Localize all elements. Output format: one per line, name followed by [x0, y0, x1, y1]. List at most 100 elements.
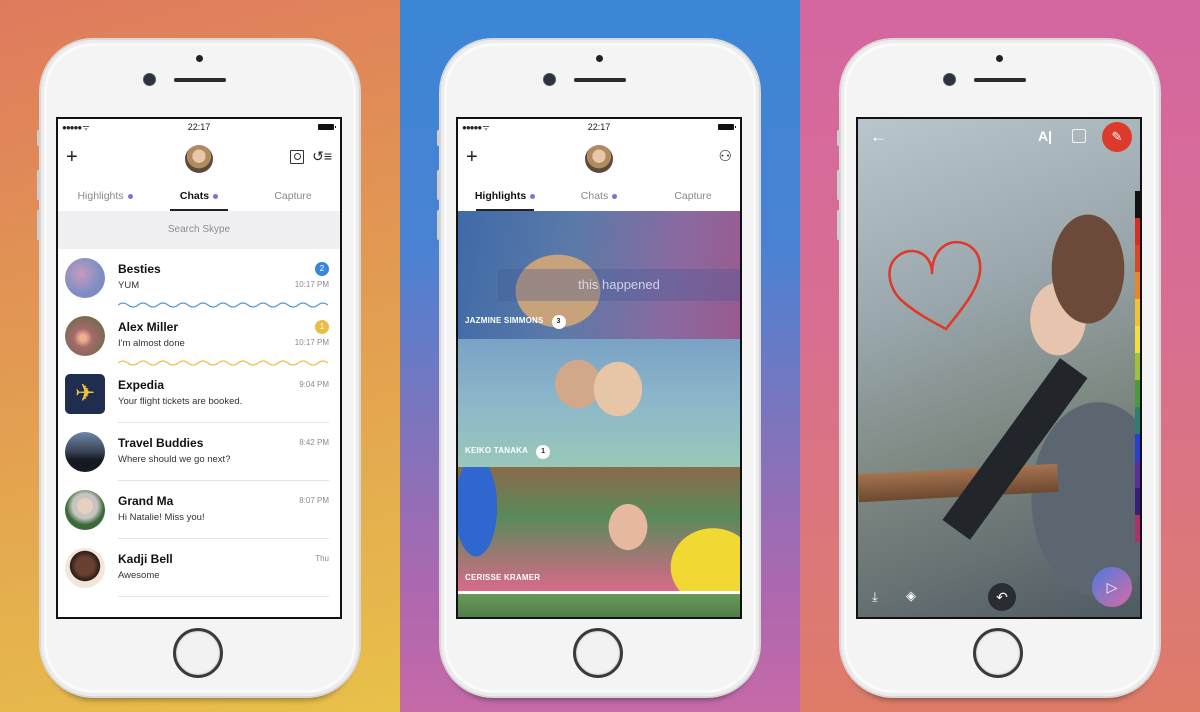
chat-row-kadji-bell[interactable]: Kadji Bell Awesome Thu [58, 539, 340, 597]
top-bar: + ⚇ [458, 135, 740, 183]
palette-swatch[interactable] [1135, 407, 1140, 434]
chat-row-grand-ma[interactable]: Grand Ma Hi Natalie! Miss you! 8:07 PM [58, 481, 340, 539]
highlight-cerisse-kramer[interactable]: CERISSE KRAMER [458, 467, 740, 591]
front-camera [544, 74, 555, 85]
status-bar: ●●●●● ᯤ 22:17 [458, 119, 740, 135]
chat-row-besties[interactable]: Besties YUM 2 10:17 PM [58, 249, 340, 308]
tab-label: Capture [674, 190, 712, 202]
tab-bar: Highlights Chats Capture [58, 183, 340, 211]
chat-time: 8:42 PM [299, 438, 329, 447]
palette-swatch[interactable] [1135, 461, 1140, 488]
palette-swatch[interactable] [1135, 272, 1140, 299]
back-arrow-icon[interactable]: ← [870, 127, 887, 147]
proximity-sensor [596, 55, 603, 62]
chat-message: I'm almost done [118, 338, 185, 349]
stage: ●●●●● ᯤ 22:17 + ↺≡ Highlights Chats Capt… [0, 0, 1200, 712]
tab-label: Chats [179, 190, 210, 202]
author-name: JAZMINE SIMMONS [465, 316, 544, 325]
palette-swatch[interactable] [1135, 326, 1140, 353]
text-tool-icon[interactable]: A| [1038, 128, 1052, 144]
chats-screen: ●●●●● ᯤ 22:17 + ↺≡ Highlights Chats Capt… [56, 117, 342, 619]
unread-badge: 2 [315, 262, 329, 276]
profile-avatar[interactable] [185, 145, 213, 173]
chat-name: Besties [118, 262, 161, 276]
home-button[interactable] [573, 628, 623, 678]
mute-switch [437, 130, 440, 146]
send-button[interactable]: ▷ [1092, 567, 1132, 607]
palette-swatch[interactable] [1135, 380, 1140, 407]
add-effect-gem-icon[interactable]: ◈ [906, 588, 916, 604]
divider [118, 596, 329, 597]
download-icon[interactable]: ⤓ [872, 589, 878, 605]
palette-swatch[interactable] [1135, 353, 1140, 380]
add-contact-icon[interactable]: ⚇ [719, 147, 732, 165]
highlight-caption: this happened [498, 269, 740, 301]
chat-time: Thu [315, 554, 329, 563]
chat-name: Travel Buddies [118, 436, 204, 450]
avatar [65, 258, 105, 298]
chat-message: Awesome [118, 570, 160, 581]
undo-button[interactable]: ↶ [988, 583, 1016, 611]
tab-highlights[interactable]: Highlights [458, 183, 552, 211]
highlight-next[interactable] [458, 594, 740, 617]
tab-label: Highlights [77, 190, 124, 202]
tab-chats[interactable]: Chats [152, 183, 246, 211]
palette-swatch[interactable] [1135, 488, 1140, 515]
unread-badge: 1 [315, 320, 329, 334]
phone-highlights: ●●●●● ᯤ 22:17 + ⚇ Highlights Chats Captu… [437, 40, 759, 696]
avatar [65, 490, 105, 530]
palette-swatch[interactable] [1135, 245, 1140, 272]
status-time: 22:17 [587, 122, 611, 132]
chat-row-travel-buddies[interactable]: Travel Buddies Where should we go next? … [58, 423, 340, 481]
tab-notification-dot [127, 193, 133, 199]
chat-row-expedia[interactable]: ✈ Expedia Your flight tickets are booked… [58, 365, 340, 423]
brush-tool-button[interactable]: ✎ [1102, 122, 1132, 152]
chat-name: Grand Ma [118, 494, 174, 508]
palette-swatch[interactable] [1135, 218, 1140, 245]
tab-capture[interactable]: Capture [646, 183, 740, 211]
home-button[interactable] [173, 628, 223, 678]
phone-capture: ← A| ✎ ⤓ ◈ ↶ ▷ [837, 40, 1159, 696]
highlight-jazmine-simmons[interactable]: this happened JAZMINE SIMMONS 3 [458, 211, 740, 339]
profile-avatar[interactable] [585, 145, 613, 173]
front-camera [944, 74, 955, 85]
new-chat-plus-icon[interactable]: + [466, 147, 478, 167]
tab-label: Capture [274, 190, 312, 202]
contacts-icon[interactable] [290, 150, 304, 164]
sticker-icon[interactable] [1072, 129, 1086, 143]
home-button[interactable] [973, 628, 1023, 678]
avatar [65, 316, 105, 356]
status-time: 22:17 [187, 122, 211, 132]
chat-name: Expedia [118, 378, 165, 392]
status-bar: ●●●●● ᯤ 22:17 [58, 119, 340, 135]
chat-time: 9:04 PM [299, 380, 329, 389]
tab-label: Highlights [474, 190, 527, 202]
palette-swatch[interactable] [1135, 299, 1140, 326]
tab-highlights[interactable]: Highlights [58, 183, 152, 211]
palette-swatch[interactable] [1135, 434, 1140, 461]
palette-swatch[interactable] [1135, 515, 1140, 542]
volume-down-button [37, 210, 40, 240]
tab-capture[interactable]: Capture [246, 183, 340, 211]
proximity-sensor [996, 55, 1003, 62]
mute-switch [37, 130, 40, 146]
highlight-keiko-tanaka[interactable]: KEIKO TANAKA 1 [458, 339, 740, 467]
captured-photo [858, 119, 1140, 617]
chat-row-alex-miller[interactable]: Alex Miller I'm almost done 1 10:17 PM [58, 307, 340, 366]
expedia-logo: ✈ [65, 374, 105, 414]
color-palette-slider[interactable] [1135, 191, 1140, 542]
tab-notification-dot [612, 193, 618, 199]
search-input[interactable]: Search Skype [58, 211, 340, 249]
calls-icon[interactable]: ↺≡ [312, 148, 332, 165]
tab-label: Chats [580, 190, 609, 202]
earpiece-speaker [174, 78, 226, 82]
volume-up-button [37, 170, 40, 200]
palette-swatch[interactable] [1135, 191, 1140, 218]
phone-chats: ●●●●● ᯤ 22:17 + ↺≡ Highlights Chats Capt… [37, 40, 359, 696]
chat-name: Kadji Bell [118, 552, 173, 566]
highlight-count-badge: 1 [536, 445, 551, 459]
new-chat-plus-icon[interactable]: + [66, 147, 78, 167]
avatar [65, 548, 105, 588]
mute-switch [837, 130, 840, 146]
tab-chats[interactable]: Chats [552, 183, 646, 211]
